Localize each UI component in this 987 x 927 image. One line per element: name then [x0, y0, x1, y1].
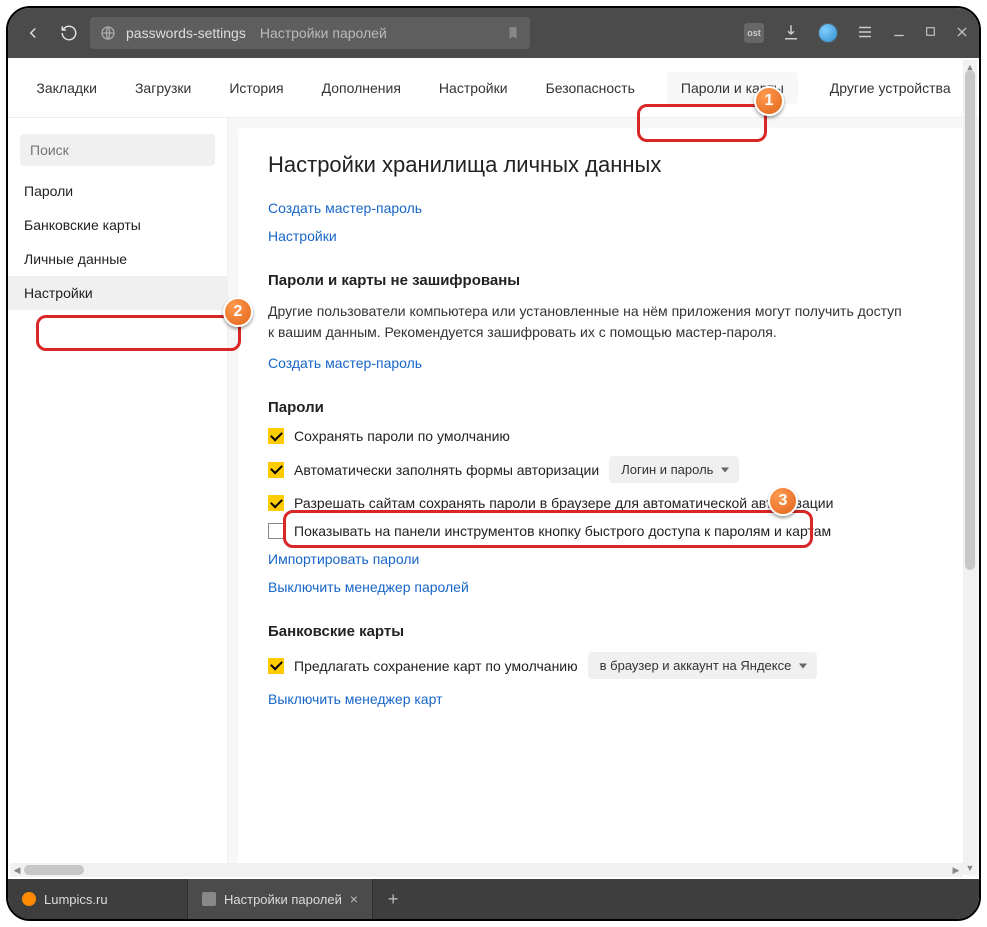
annotation-badge-2: 2	[223, 297, 253, 327]
page-heading: Настройки хранилища личных данных	[268, 152, 939, 178]
scroll-right-arrow[interactable]: ▶	[949, 863, 963, 877]
tab-close-icon[interactable]: ×	[350, 891, 358, 907]
url-text: passwords-settings	[126, 25, 246, 41]
create-master-password-link-2[interactable]: Создать мастер-пароль	[268, 355, 939, 371]
settings-link[interactable]: Настройки	[268, 228, 939, 244]
disable-card-manager-link[interactable]: Выключить менеджер карт	[268, 691, 939, 707]
annotation-badge-1: 1	[754, 86, 784, 116]
nav-security[interactable]: Безопасность	[540, 72, 641, 104]
row-offer-save-cards[interactable]: Предлагать сохранение карт по умолчанию …	[268, 652, 939, 679]
autofill-mode-dropdown[interactable]: Логин и пароль	[609, 456, 739, 483]
checkbox-save-default[interactable]	[268, 428, 284, 444]
browser-tab-bar: Lumpics.ru Настройки паролей × +	[8, 879, 979, 919]
cards-mode-dropdown[interactable]: в браузер и аккаунт на Яндексе	[588, 652, 818, 679]
checkbox-show-panel[interactable]	[268, 523, 284, 539]
row-show-panel[interactable]: Показывать на панели инструментов кнопку…	[268, 523, 939, 539]
scroll-down-arrow[interactable]: ▼	[963, 861, 977, 875]
sidebar-search-input[interactable]	[20, 134, 215, 166]
url-page-title: Настройки паролей	[260, 25, 387, 41]
label-allow-sites: Разрешать сайтам сохранять пароли в брау…	[294, 495, 833, 511]
sidebar-item-settings[interactable]: Настройки	[8, 276, 227, 310]
label-save-default: Сохранять пароли по умолчанию	[294, 428, 510, 444]
sidebar-item-bank-cards[interactable]: Банковские карты	[8, 208, 227, 242]
cards-section-title: Банковские карты	[268, 623, 939, 640]
back-button[interactable]	[18, 18, 48, 48]
downloads-button[interactable]	[782, 23, 800, 44]
scroll-thumb-vertical[interactable]	[965, 70, 975, 570]
scroll-thumb-horizontal[interactable]	[24, 865, 84, 875]
annotation-badge-3: 3	[768, 486, 798, 516]
close-window-button[interactable]	[955, 25, 969, 42]
nav-downloads[interactable]: Загрузки	[129, 72, 197, 104]
disable-password-manager-link[interactable]: Выключить менеджер паролей	[268, 579, 939, 595]
sidebar-item-passwords[interactable]: Пароли	[8, 174, 227, 208]
tab-lumpics[interactable]: Lumpics.ru	[8, 879, 188, 919]
favicon-icon	[202, 892, 216, 906]
browser-titlebar: passwords-settings Настройки паролей ost	[8, 8, 979, 58]
settings-content: Настройки хранилища личных данных Создат…	[238, 128, 969, 877]
weather-icon[interactable]	[818, 23, 838, 43]
scroll-left-arrow[interactable]: ◀	[10, 863, 24, 877]
favicon-icon	[22, 892, 36, 906]
bookmark-icon[interactable]	[506, 25, 520, 41]
cards-mode-value: в браузер и аккаунт на Яндексе	[600, 658, 792, 673]
reload-button[interactable]	[54, 18, 84, 48]
row-save-by-default[interactable]: Сохранять пароли по умолчанию	[268, 428, 939, 444]
nav-settings[interactable]: Настройки	[433, 72, 514, 104]
minimize-button[interactable]	[892, 25, 906, 42]
not-encrypted-desc: Другие пользователи компьютера или устан…	[268, 301, 908, 343]
import-passwords-link[interactable]: Импортировать пароли	[268, 551, 939, 567]
settings-top-nav: Закладки Загрузки История Дополнения Нас…	[8, 58, 979, 118]
globe-icon	[100, 25, 116, 41]
create-master-password-link[interactable]: Создать мастер-пароль	[268, 200, 939, 216]
row-allow-sites[interactable]: Разрешать сайтам сохранять пароли в брау…	[268, 495, 939, 511]
maximize-button[interactable]	[924, 25, 937, 41]
passwords-section-title: Пароли	[268, 399, 939, 416]
checkbox-allow-sites[interactable]	[268, 495, 284, 511]
not-encrypted-title: Пароли и карты не зашифрованы	[268, 272, 939, 289]
sidebar-item-personal-data[interactable]: Личные данные	[8, 242, 227, 276]
tab-password-settings[interactable]: Настройки паролей ×	[188, 879, 373, 919]
checkbox-autofill[interactable]	[268, 462, 284, 478]
settings-sidebar: Пароли Банковские карты Личные данные На…	[8, 118, 228, 877]
horizontal-scrollbar[interactable]: ◀ ▶	[10, 863, 963, 877]
nav-other-devices[interactable]: Другие устройства	[824, 72, 957, 104]
label-show-panel: Показывать на панели инструментов кнопку…	[294, 523, 831, 539]
autofill-mode-value: Логин и пароль	[621, 462, 713, 477]
nav-history[interactable]: История	[223, 72, 289, 104]
menu-button[interactable]	[856, 23, 874, 44]
tab-title: Настройки паролей	[224, 892, 342, 907]
extension-icon[interactable]: ost	[744, 23, 764, 43]
row-autofill[interactable]: Автоматически заполнять формы авторизаци…	[268, 456, 939, 483]
address-bar[interactable]: passwords-settings Настройки паролей	[90, 17, 530, 49]
nav-bookmarks[interactable]: Закладки	[30, 72, 103, 104]
vertical-scrollbar[interactable]: ▲ ▼	[963, 60, 977, 875]
new-tab-button[interactable]: +	[373, 879, 413, 919]
checkbox-offer-save-cards[interactable]	[268, 658, 284, 674]
label-offer-save-cards: Предлагать сохранение карт по умолчанию	[294, 658, 578, 674]
nav-addons[interactable]: Дополнения	[316, 72, 407, 104]
tab-title: Lumpics.ru	[44, 892, 108, 907]
label-autofill: Автоматически заполнять формы авторизаци…	[294, 462, 599, 478]
